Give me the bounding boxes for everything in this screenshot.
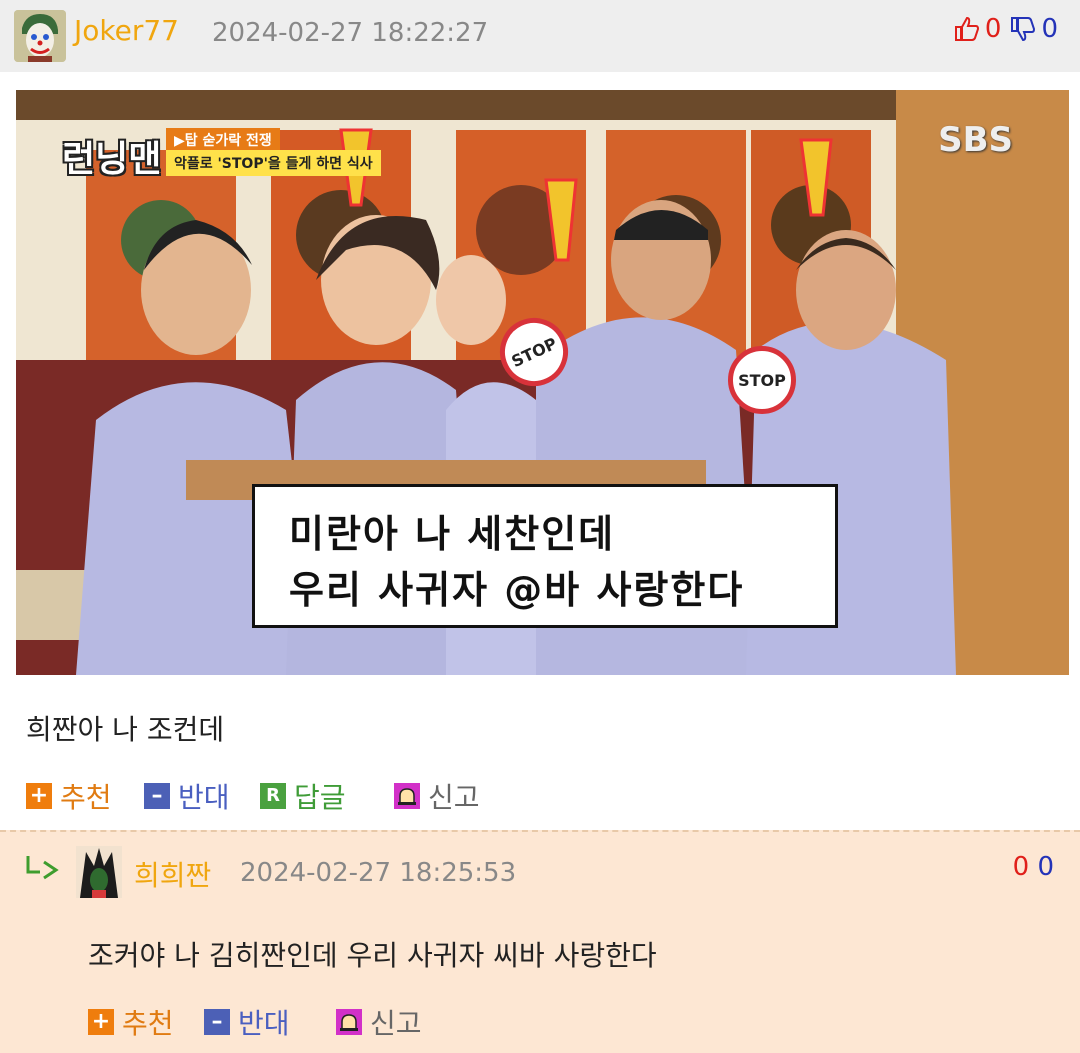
- siren-icon: [336, 1009, 362, 1035]
- avatar[interactable]: [14, 10, 66, 62]
- thumbs-up-icon[interactable]: [953, 15, 981, 43]
- stop-sign-text: STOP: [738, 370, 786, 390]
- siren-icon: [394, 783, 420, 809]
- minus-icon: –: [144, 783, 170, 809]
- stop-sign: STOP: [728, 346, 796, 414]
- reply-report-button[interactable]: 신고: [336, 1002, 422, 1042]
- timestamp: 2024-02-27 18:22:27: [212, 18, 489, 48]
- downvote-count: 0: [1041, 14, 1058, 44]
- recommend-label: 추천: [122, 1007, 174, 1040]
- reply-text: 조커야 나 김히짠인데 우리 사귀자 씨바 사랑한다: [88, 939, 657, 972]
- show-banner-top: ▶탑 숟가락 전쟁: [166, 128, 280, 152]
- plus-icon: +: [26, 783, 52, 809]
- vote-counts: 0 0: [953, 14, 1058, 44]
- avatar[interactable]: [76, 846, 122, 898]
- reply-button[interactable]: R 답글: [260, 776, 346, 816]
- thumbs-down-icon[interactable]: [1009, 15, 1037, 43]
- minus-icon: –: [204, 1009, 230, 1035]
- reply-timestamp: 2024-02-27 18:25:53: [240, 858, 517, 888]
- oppose-button[interactable]: – 반대: [144, 776, 230, 816]
- reply-recommend-button[interactable]: + 추천: [88, 1002, 174, 1042]
- broadcaster-logo: SBS: [938, 120, 1013, 160]
- upvote-count: 0: [984, 14, 1002, 44]
- oppose-label: 반대: [178, 781, 230, 814]
- reply-icon: R: [260, 783, 286, 809]
- reply-upvote-count[interactable]: 0: [1013, 852, 1030, 882]
- stop-sign-text: STOP: [508, 333, 560, 371]
- joker-avatar-icon: [14, 10, 66, 62]
- comment-image[interactable]: 런닝맨 ▶탑 숟가락 전쟁 악플로 'STOP'을 들게 하면 식사 SBS S…: [16, 90, 1069, 675]
- reply-downvote-count[interactable]: 0: [1037, 852, 1054, 882]
- reply-username[interactable]: 희희짠: [134, 854, 211, 894]
- show-banner-bottom: 악플로 'STOP'을 들게 하면 식사: [166, 150, 381, 176]
- subtitle-line: 우리 사귀자 @바 사랑한다: [289, 568, 745, 612]
- reply-oppose-button[interactable]: – 반대: [204, 1002, 290, 1042]
- show-logo: 런닝맨: [62, 139, 162, 180]
- subtitle-box: 미란아 나 세찬인데 우리 사귀자 @바 사랑한다: [252, 484, 838, 628]
- reply-vote-counts: 0 0: [1013, 852, 1054, 882]
- recommend-label: 추천: [60, 781, 112, 814]
- reply-comment: 희희짠 2024-02-27 18:25:53 0 0 조커야 나 김히짠인데 …: [0, 830, 1080, 1053]
- reply-arrow-icon: [24, 854, 60, 889]
- subtitle-line: 미란아 나 세찬인데: [289, 512, 616, 556]
- oppose-label: 반대: [238, 1007, 290, 1040]
- reply-label: 답글: [294, 781, 346, 814]
- comment-text: 희짠아 나 조컨데: [26, 713, 225, 746]
- username[interactable]: Joker77: [74, 14, 179, 47]
- report-label: 신고: [428, 781, 480, 814]
- reply-avatar-icon: [76, 846, 122, 898]
- recommend-button[interactable]: + 추천: [26, 776, 112, 816]
- report-button[interactable]: 신고: [394, 776, 480, 816]
- plus-icon: +: [88, 1009, 114, 1035]
- report-label: 신고: [370, 1007, 422, 1040]
- comment-header: Joker77 2024-02-27 18:22:27 0 0: [0, 0, 1080, 72]
